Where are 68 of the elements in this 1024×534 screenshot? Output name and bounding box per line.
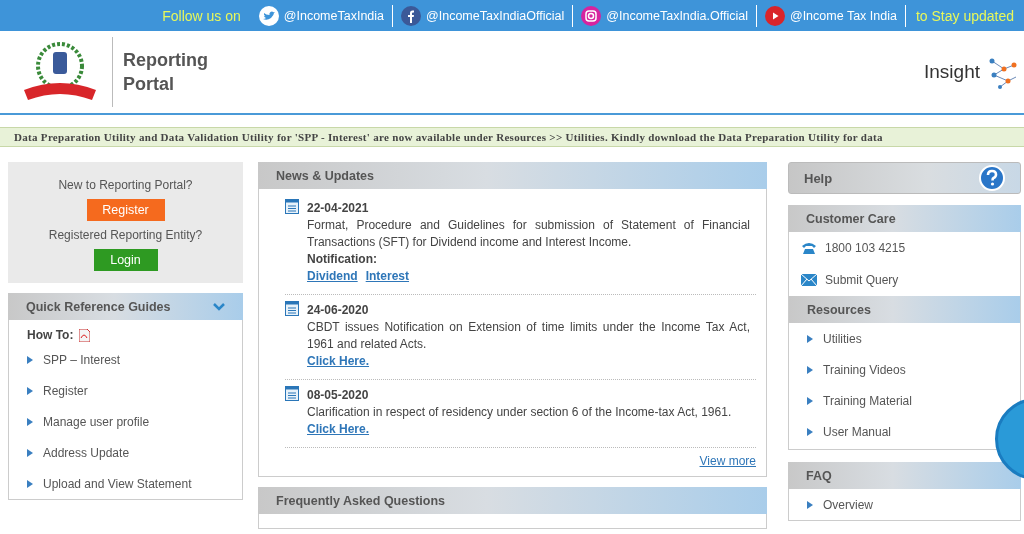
guide-link[interactable]: Manage user profile [43, 414, 150, 429]
news-link[interactable]: Interest [365, 269, 410, 283]
stay-updated-text: to Stay updated [914, 7, 1015, 24]
pdf-icon[interactable] [79, 328, 91, 342]
panel-header: Frequently Asked Questions [258, 487, 767, 514]
document-icon [285, 386, 299, 401]
bullet-icon [807, 365, 813, 374]
brand-name: Insight [924, 61, 980, 83]
mail-icon [801, 274, 817, 286]
guide-link[interactable]: Address Update [43, 445, 130, 460]
bullet-icon [807, 500, 813, 509]
bullet-icon [807, 334, 813, 343]
social-handle-link[interactable]: @IncomeTaxIndiaOfficial [426, 8, 565, 23]
new-user-prompt: New to Reporting Portal? [58, 178, 193, 192]
news-date: 22-04-2021 [307, 200, 370, 217]
play-icon[interactable] [764, 5, 785, 26]
panel-header[interactable]: Quick Reference Guides [8, 293, 243, 320]
bullet-icon [27, 448, 33, 457]
bullet-icon [27, 386, 33, 395]
social-handle-link[interactable]: @IncomeTaxIndia [283, 8, 385, 23]
panel-header: News & Updates [258, 162, 767, 189]
bullet-icon [27, 479, 33, 488]
news-link[interactable]: Click Here. [307, 354, 370, 368]
social-handle-link[interactable]: @Income Tax India [789, 8, 897, 23]
bird-icon[interactable] [258, 5, 279, 26]
contact-item[interactable]: Submit Query [825, 273, 899, 287]
faq-link[interactable]: Overview [823, 497, 873, 512]
resource-link[interactable]: Training Videos [823, 362, 906, 377]
panel-header: Customer Care [788, 205, 1021, 232]
news-link[interactable]: Dividend [307, 269, 358, 283]
portal-title: Portal [123, 73, 175, 96]
document-icon [285, 199, 299, 214]
document-icon [285, 301, 299, 316]
news-ticker: Data Preparation Utility and Data Validation Utility for 'SPP - Interest' are now available under Resources >> Utilities. Kindly download the Data Preparation Utility for data [0, 127, 1024, 147]
bullet-icon [27, 417, 33, 426]
help-bar[interactable]: Help [788, 162, 1021, 194]
contact-item[interactable]: 1800 103 4215 [825, 241, 906, 255]
notification-label: Notification: [307, 251, 378, 268]
guide-link[interactable]: SPP – Interest [43, 352, 121, 367]
how-to-label: How To: [27, 328, 74, 342]
social-handle-link[interactable]: @IncomeTaxIndia.Official [606, 8, 748, 23]
phone-icon [801, 241, 817, 255]
news-text: Format, Procedure and Guidelines for submission of Statement of Financial Transactions (SFT) for Dividend income and Interest Income. [307, 217, 750, 251]
resource-link[interactable]: Training Material [823, 393, 912, 408]
panel-header: Resources [789, 296, 1020, 323]
chevron-down-icon[interactable] [213, 302, 225, 311]
help-icon[interactable] [979, 165, 1005, 191]
bullet-icon [807, 396, 813, 405]
panel-header: FAQ [788, 462, 1021, 489]
camera-icon[interactable] [581, 5, 602, 26]
news-date: 24-06-2020 [307, 302, 370, 319]
news-text: Clarification in respect of residency under section 6 of the Income-tax Act, 1961. [307, 404, 733, 421]
registered-prompt: Registered Reporting Entity? [48, 228, 203, 242]
register-button[interactable]: Register [86, 199, 165, 221]
bullet-icon [27, 355, 33, 364]
news-text: CBDT issues Notification on Extension of time limits under the Income Tax Act, 1961 and related Acts. [307, 319, 750, 353]
view-more-link[interactable]: View more [699, 454, 756, 468]
portal-title: Reporting [123, 49, 208, 72]
facebook-icon[interactable] [401, 5, 422, 26]
resource-link[interactable]: User Manual [823, 424, 892, 439]
guide-link[interactable]: Register [43, 383, 88, 398]
guide-link[interactable]: Upload and View Statement [43, 476, 192, 491]
news-date: 08-05-2020 [307, 387, 370, 404]
login-button[interactable]: Login [93, 249, 158, 271]
bullet-icon [807, 427, 813, 436]
resource-link[interactable]: Utilities [823, 331, 862, 346]
news-link[interactable]: Click Here. [307, 422, 370, 436]
follow-text: Follow us on [161, 7, 242, 24]
